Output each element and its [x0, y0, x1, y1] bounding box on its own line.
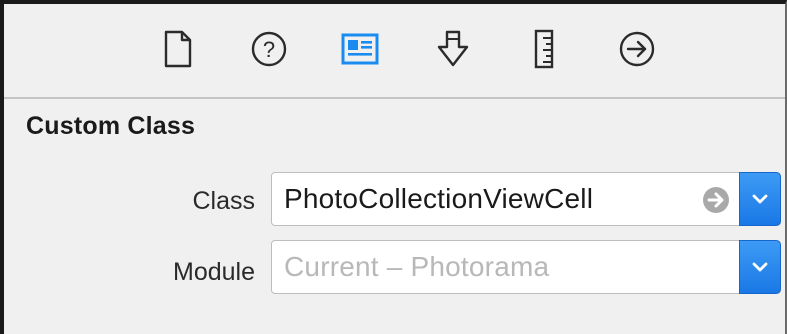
identity-icon: [341, 33, 379, 65]
attributes-icon: [437, 30, 469, 67]
quick-help-tab[interactable]: ?: [245, 25, 293, 73]
class-combo-box[interactable]: PhotoCollectionViewCell: [271, 172, 781, 226]
module-combo-box[interactable]: Current – Photorama: [271, 240, 781, 294]
custom-class-heading: Custom Class: [26, 112, 196, 140]
ruler-icon: [534, 29, 554, 69]
attributes-inspector-tab[interactable]: [429, 25, 477, 73]
go-to-class-arrow-icon[interactable]: [702, 186, 730, 214]
module-dropdown-button[interactable]: [739, 240, 781, 294]
class-dropdown-button[interactable]: [739, 172, 781, 226]
connections-icon: [619, 31, 655, 67]
svg-text:?: ?: [263, 37, 275, 62]
size-inspector-tab[interactable]: [520, 25, 568, 73]
module-input[interactable]: Current – Photorama: [284, 241, 684, 293]
file-icon: [164, 30, 192, 68]
module-label: Module: [173, 258, 255, 286]
identity-inspector-panel: ? Custom Class Class PhotoCollectionView…: [0, 0, 787, 334]
class-label: Class: [192, 187, 255, 215]
chevron-down-icon: [752, 262, 768, 272]
chevron-down-icon: [752, 194, 768, 204]
connections-inspector-tab[interactable]: [613, 25, 661, 73]
identity-inspector-tab[interactable]: [336, 25, 384, 73]
help-icon: ?: [251, 31, 287, 67]
class-input[interactable]: PhotoCollectionViewCell: [284, 173, 684, 225]
inspector-toolbar: ?: [4, 4, 785, 99]
file-inspector-tab[interactable]: [154, 25, 202, 73]
